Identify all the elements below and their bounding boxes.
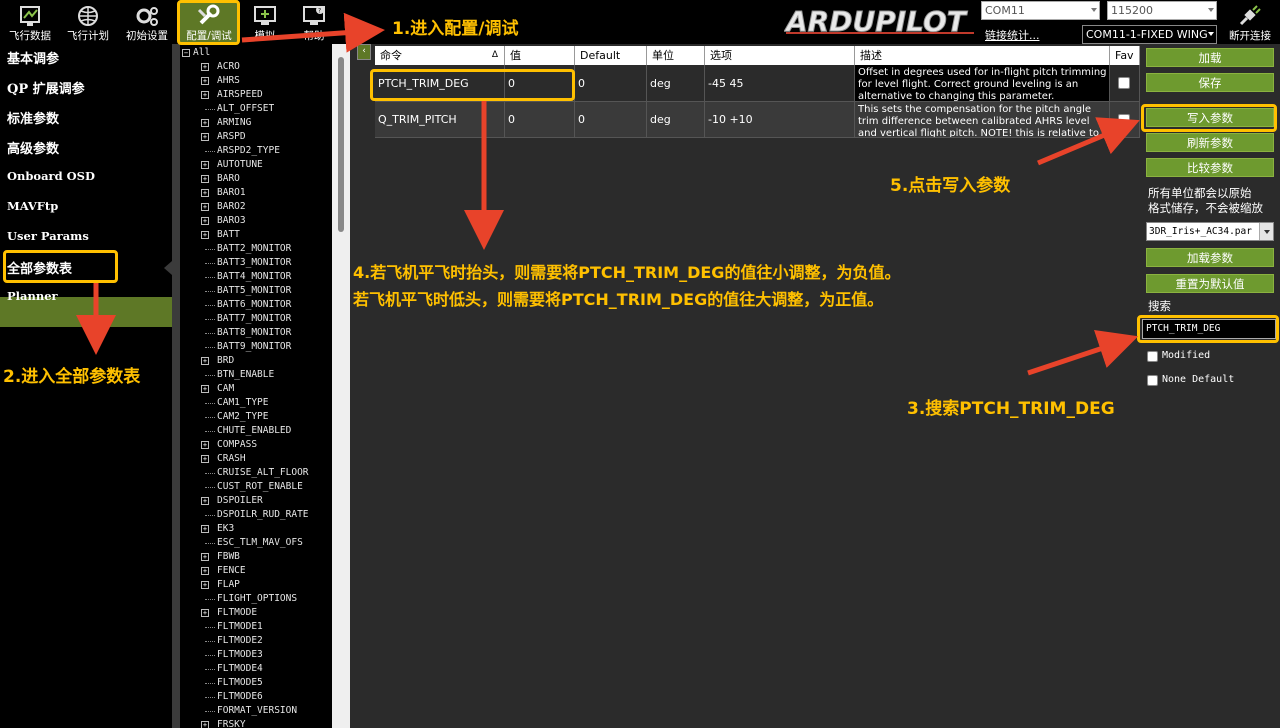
arrow-step1 bbox=[241, 12, 385, 53]
annotation-arrows bbox=[76, 12, 1140, 376]
annotation-step5: 5.点击写入参数 bbox=[890, 176, 1011, 196]
arrow-step5 bbox=[1037, 117, 1140, 166]
annotation-step4-line2: 若飞机平飞时低头，则需要将PTCH_TRIM_DEG的值往大调整，为正值。 bbox=[353, 290, 884, 309]
annotation-step1: 1.进入配置/调试 bbox=[392, 19, 519, 39]
annotation-step3: 3.搜索PTCH_TRIM_DEG bbox=[907, 399, 1115, 419]
annotation-step2: 2.进入全部参数表 bbox=[3, 367, 141, 387]
mission-planner-window: 飞行数据 飞行计划 初始设置 配置/调试 模拟 ? 帮助 ARDUPILOT C… bbox=[0, 0, 1280, 728]
annotation-step4-line1: 4.若飞机平飞时抬头，则需要将PTCH_TRIM_DEG的值往小调整，为负值。 bbox=[353, 263, 901, 282]
arrow-step3 bbox=[1027, 329, 1139, 376]
